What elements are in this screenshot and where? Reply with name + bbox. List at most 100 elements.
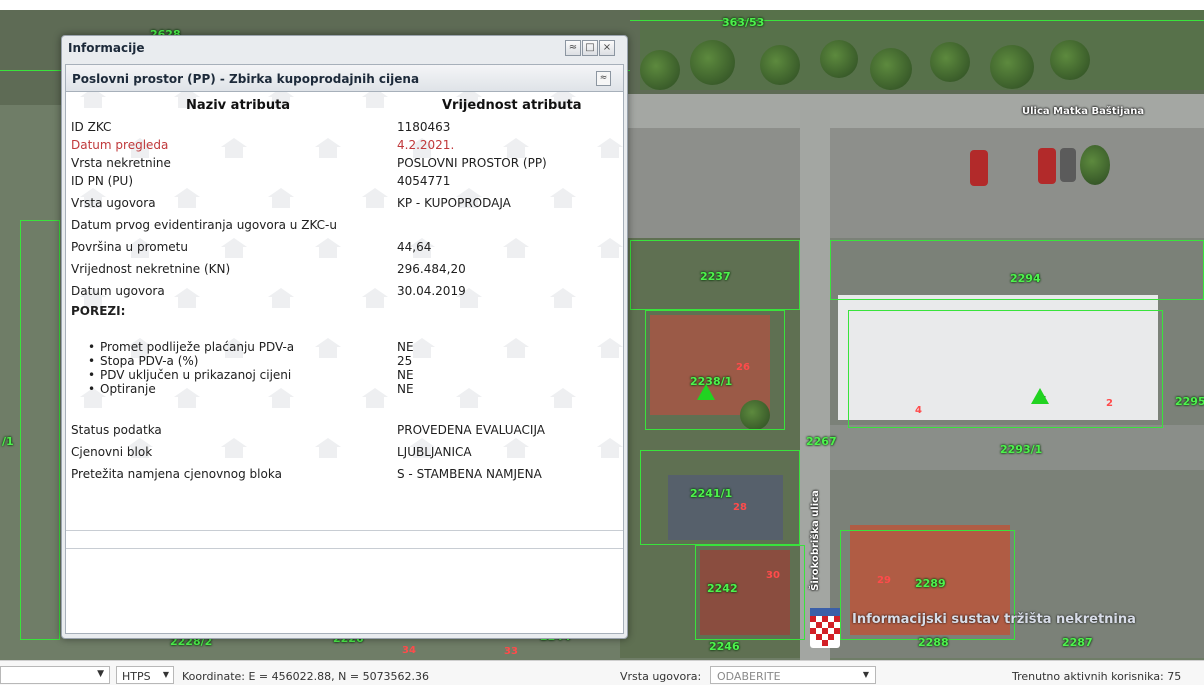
house-number: 26 bbox=[736, 362, 750, 373]
tree bbox=[640, 50, 680, 90]
coordinates-readout: Koordinate: E = 456022.88, N = 5073562.3… bbox=[182, 670, 430, 683]
parcel-label: 2246 bbox=[709, 640, 740, 653]
info-window[interactable]: Informacije ≈ □ × Poslovni prostor (PP) … bbox=[61, 35, 628, 639]
attribute-row: ID PN (PU) 4054771 bbox=[66, 172, 623, 190]
attribute-row: Vrijednost nekretnine (KN) 296.484,20 bbox=[66, 260, 623, 278]
taxes-heading-row: POREZI: bbox=[66, 302, 623, 320]
parcel-boundary bbox=[20, 220, 60, 640]
parcel-label: /1 bbox=[2, 435, 14, 448]
attribute-name: Vrsta nekretnine bbox=[71, 156, 171, 170]
panel-divider bbox=[66, 530, 623, 531]
attribute-value: POSLOVNI PROSTOR (PP) bbox=[397, 156, 547, 170]
car bbox=[1060, 148, 1076, 182]
window-collapse-button[interactable]: ≈ bbox=[565, 40, 581, 56]
car bbox=[1038, 148, 1056, 184]
panel-divider bbox=[66, 548, 623, 549]
car bbox=[970, 150, 988, 186]
attribute-row: Površina u prometu 44,64 bbox=[66, 238, 623, 256]
attribute-name: Površina u prometu bbox=[71, 240, 188, 254]
parcel-boundary bbox=[830, 240, 1204, 300]
property-marker[interactable] bbox=[1031, 388, 1049, 404]
attribute-value: LJUBLJANICA bbox=[397, 445, 472, 459]
panel-body: Naziv atributa Vrijednost atributa ID ZK… bbox=[66, 92, 623, 510]
parcel-boundary bbox=[630, 20, 1204, 55]
protocol-value: HTPS bbox=[122, 670, 151, 683]
contract-type-label: Vrsta ugovora: bbox=[620, 670, 702, 683]
house-number: 34 bbox=[402, 645, 416, 656]
status-bar: ▼ HTPS ▼ Koordinate: E = 456022.88, N = … bbox=[0, 660, 1204, 685]
attribute-value: 4.2.2021. bbox=[397, 138, 455, 152]
map-zone bbox=[620, 128, 1204, 238]
header-attribute-value: Vrijednost atributa bbox=[442, 98, 582, 113]
chevron-down-icon: ▼ bbox=[862, 670, 869, 679]
attribute-name: Datum prvog evidentiranja ugovora u ZKC-… bbox=[71, 218, 337, 232]
parcel-label: 2294 bbox=[1010, 272, 1041, 285]
attribute-name: Pretežita namjena cjenovnog bloka bbox=[71, 467, 282, 481]
street-label: Širokobriška ulica bbox=[809, 490, 821, 591]
chevron-down-icon: ▼ bbox=[97, 669, 104, 679]
attribute-value: KP - KUPOPRODAJA bbox=[397, 196, 511, 210]
chevron-down-icon: ▼ bbox=[162, 670, 169, 679]
layer-select[interactable]: ▼ bbox=[0, 666, 110, 684]
panel-header[interactable]: Poslovni prostor (PP) - Zbirka kupoproda… bbox=[66, 65, 623, 92]
parcel-label: 2289 bbox=[915, 577, 946, 590]
attribute-row: Pretežita namjena cjenovnog bloka S - ST… bbox=[66, 465, 623, 483]
protocol-select[interactable]: HTPS ▼ bbox=[116, 666, 174, 684]
attribute-row: Vrsta ugovora KP - KUPOPRODAJA bbox=[66, 194, 623, 212]
tax-row: Optiranje NE bbox=[66, 380, 623, 398]
house-number: 28 bbox=[733, 502, 747, 513]
contract-type-value: ODABERITE bbox=[717, 670, 781, 683]
active-users-count: Trenutno aktivnih korisnika: 75 bbox=[1012, 670, 1182, 683]
parcel-label: 2295 bbox=[1175, 395, 1204, 408]
attribute-name: Cjenovni blok bbox=[71, 445, 153, 459]
attribute-name: Datum ugovora bbox=[71, 284, 165, 298]
tax-value: NE bbox=[397, 382, 414, 396]
tax-name: Optiranje bbox=[88, 382, 156, 396]
attribute-value: 296.484,20 bbox=[397, 262, 466, 276]
parcel-label: 2241/1 bbox=[690, 487, 733, 500]
attribute-value: 1180463 bbox=[397, 120, 451, 134]
house-number: 29 bbox=[877, 575, 891, 586]
attribute-name: Vrijednost nekretnine (KN) bbox=[71, 262, 231, 276]
street-label: Ulica Matka Baštijana bbox=[1022, 106, 1145, 117]
attribute-name: Datum pregleda bbox=[71, 138, 169, 152]
window-close-button[interactable]: × bbox=[599, 40, 615, 56]
croatian-coat-of-arms-icon bbox=[810, 608, 840, 648]
contract-type-select[interactable]: ODABERITE ▼ bbox=[710, 666, 876, 684]
property-marker[interactable] bbox=[697, 384, 715, 400]
attribute-row: Cjenovni blok LJUBLJANICA bbox=[66, 443, 623, 461]
house-number: 33 bbox=[504, 646, 518, 657]
window-maximize-button[interactable]: □ bbox=[582, 40, 598, 56]
window-title: Informacije bbox=[68, 41, 145, 55]
tree bbox=[1080, 145, 1110, 185]
parcel-label: 363/53 bbox=[722, 16, 765, 29]
attribute-name: Status podatka bbox=[71, 423, 162, 437]
attribute-value: PROVEDENA EVALUACIJA bbox=[397, 423, 545, 437]
parcel-boundary bbox=[848, 310, 1163, 428]
attribute-value: S - STAMBENA NAMJENA bbox=[397, 467, 542, 481]
attribute-value: 44,64 bbox=[397, 240, 432, 254]
attribute-name: ID ZKC bbox=[71, 120, 112, 134]
house-number: 4 bbox=[915, 405, 922, 416]
attribute-row: Datum prvog evidentiranja ugovora u ZKC-… bbox=[66, 216, 623, 234]
parcel-label: 2237 bbox=[700, 270, 731, 283]
attribute-row: Datum ugovora 30.04.2019 bbox=[66, 282, 623, 300]
header-attribute-name: Naziv atributa bbox=[186, 98, 291, 113]
attribute-name: Vrsta ugovora bbox=[71, 196, 156, 210]
panel-collapse-button[interactable]: ≈ bbox=[596, 71, 611, 86]
parcel-label: 2242 bbox=[707, 582, 738, 595]
parcel-label: 2293/1 bbox=[1000, 443, 1043, 456]
parcel-label: 2267 bbox=[806, 435, 837, 448]
attribute-value: 4054771 bbox=[397, 174, 451, 188]
attribute-name: ID PN (PU) bbox=[71, 174, 134, 188]
house-number: 2 bbox=[1106, 398, 1113, 409]
attribute-row: Vrsta nekretnine POSLOVNI PROSTOR (PP) bbox=[66, 154, 623, 172]
panel-title: Poslovni prostor (PP) - Zbirka kupoproda… bbox=[72, 72, 420, 86]
attribute-value: 30.04.2019 bbox=[397, 284, 466, 298]
taxes-heading: POREZI: bbox=[71, 304, 126, 318]
attribute-row: ID ZKC 1180463 bbox=[66, 118, 623, 136]
attributes-panel: Poslovni prostor (PP) - Zbirka kupoproda… bbox=[65, 64, 624, 634]
attribute-row: Status podatka PROVEDENA EVALUACIJA bbox=[66, 421, 623, 439]
brand-watermark: Informacijski sustav tržišta nekretnina bbox=[808, 608, 1204, 660]
house-watermark-icon bbox=[80, 92, 106, 108]
